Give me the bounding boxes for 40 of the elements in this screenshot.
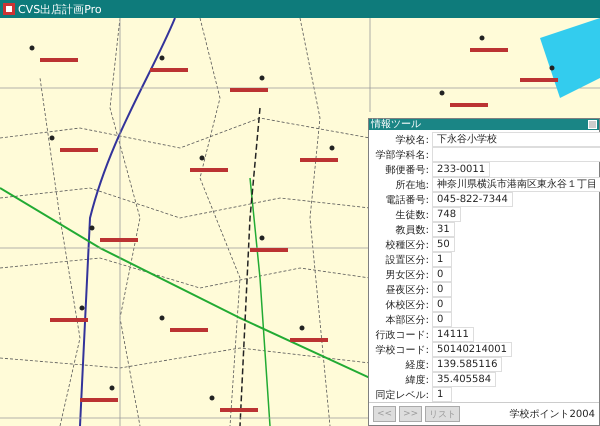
field-label: 緯度: <box>404 374 429 386</box>
panel-title: 情報ツール <box>371 119 421 130</box>
field-value: 35.405584 <box>432 372 496 387</box>
close-button[interactable] <box>588 120 597 129</box>
field-label: 教員数: <box>394 224 429 236</box>
field-label: 所在地: <box>394 178 429 192</box>
field-label: 生徒数: <box>394 208 429 222</box>
field-label: 休校区分: <box>384 298 429 312</box>
field-label: 電話番号: <box>384 194 429 206</box>
field-value: 139.585116 <box>432 357 502 372</box>
field-label: 行政コード: <box>374 328 429 342</box>
field-value: 233-0011 <box>432 162 490 177</box>
field-label: 学部学科名: <box>374 148 429 162</box>
field-label: 設置区分: <box>384 254 429 266</box>
field-value: 1 <box>432 387 452 402</box>
field-value: 50140214001 <box>432 342 512 357</box>
field-label: 昼夜区分: <box>384 284 429 296</box>
field-value: 50 <box>432 237 455 252</box>
field-label: 郵便番号: <box>384 164 429 176</box>
app-icon <box>3 3 15 15</box>
field-label: 学校名: <box>394 134 429 146</box>
field-label: 男女区分: <box>384 268 429 282</box>
field-value: 神奈川県横浜市港南区東永谷１丁目 <box>432 177 600 192</box>
field-label: 経度: <box>404 358 429 372</box>
field-value: 14111 <box>432 327 474 342</box>
field-label: 校種区分: <box>384 238 429 252</box>
field-value: 0 <box>432 297 452 312</box>
field-value: 1 <box>432 252 452 267</box>
field-label: 本部区分: <box>384 314 429 326</box>
field-label: 同定レベル: <box>374 388 429 402</box>
field-label: 学校コード: <box>374 344 429 356</box>
field-value: 0 <box>432 312 452 327</box>
field-value: 下永谷小学校 <box>432 132 600 147</box>
footer-text: 学校ポイント2004 <box>510 408 595 421</box>
field-value: 045-822-7344 <box>432 192 513 207</box>
field-value: 0 <box>432 282 452 297</box>
window-title: CVS出店計画Pro <box>18 2 102 16</box>
field-value: 748 <box>432 207 462 222</box>
field-value: 0 <box>432 267 452 282</box>
field-value: 31 <box>432 222 455 237</box>
